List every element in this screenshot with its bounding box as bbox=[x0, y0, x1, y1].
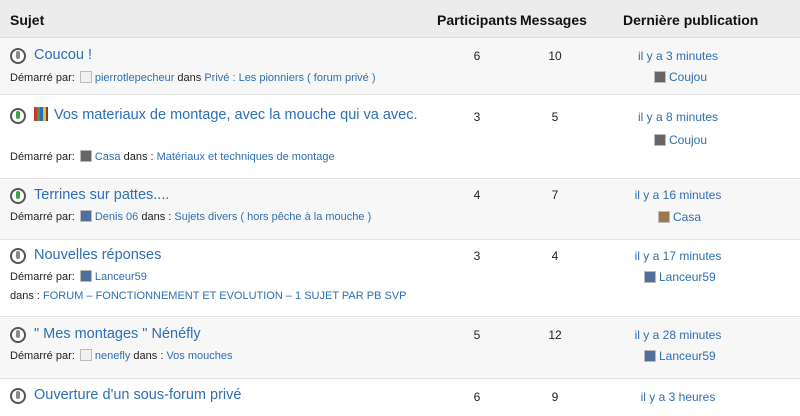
topic-meta: Démarré par: pierrotlepecheur dans Privé… bbox=[10, 71, 376, 84]
topic-status-icon bbox=[10, 248, 26, 264]
in-label: dans : bbox=[123, 151, 154, 163]
last-user-link[interactable]: Casa bbox=[673, 210, 701, 224]
last-user-link[interactable]: Coujou bbox=[669, 70, 707, 84]
last-post-time-link[interactable]: il y a 3 heures bbox=[588, 390, 768, 404]
last-user-link[interactable]: Lanceur59 bbox=[659, 349, 716, 363]
last-user-avatar bbox=[644, 271, 656, 283]
header-participants: Participants bbox=[437, 12, 518, 28]
last-post-time-link[interactable]: il y a 16 minutes bbox=[588, 188, 768, 202]
started-by-label: Démarré par: bbox=[10, 271, 75, 283]
books-icon bbox=[34, 107, 48, 121]
messages-count: 4 bbox=[551, 249, 559, 263]
forum-link[interactable]: Sujets divers ( hors pêche à la mouche ) bbox=[174, 211, 371, 223]
in-label: dans : bbox=[141, 211, 172, 223]
topic-row: Terrines sur pattes.... Démarré par: Den… bbox=[0, 180, 800, 240]
participants-count: 4 bbox=[473, 188, 481, 202]
participants-count: 6 bbox=[473, 390, 481, 404]
topic-row: Nouvelles réponses Démarré par: Lanceur5… bbox=[0, 241, 800, 317]
author-link[interactable]: nenefly bbox=[95, 350, 130, 362]
topic-row: Ouverture d'un sous-forum privé 6 9 il y… bbox=[0, 380, 800, 416]
header-last-post: Dernière publication bbox=[623, 12, 759, 28]
topic-status-icon bbox=[10, 327, 26, 343]
topic-meta: Démarré par: Casa dans : Matériaux et te… bbox=[10, 150, 335, 163]
topic-title-link[interactable]: Coucou ! bbox=[34, 46, 434, 65]
topic-meta: Démarré par: Denis 06 dans : Sujets dive… bbox=[10, 210, 371, 223]
messages-count: 9 bbox=[551, 390, 559, 404]
last-post-user[interactable]: Coujou bbox=[652, 70, 707, 84]
in-label: dans : bbox=[10, 290, 40, 302]
header-subject: Sujet bbox=[10, 12, 45, 28]
forum-link[interactable]: Vos mouches bbox=[166, 350, 232, 362]
in-label: dans bbox=[177, 72, 202, 84]
started-by-label: Démarré par: bbox=[10, 151, 75, 163]
last-post-time-link[interactable]: il y a 17 minutes bbox=[588, 249, 768, 263]
topic-title-link[interactable]: Nouvelles réponses bbox=[34, 246, 434, 265]
forum-link[interactable]: FORUM – FONCTIONNEMENT ET EVOLUTION – 1 … bbox=[43, 290, 406, 302]
topic-row: Vos materiaux de montage, avec la mouche… bbox=[0, 96, 800, 179]
participants-count: 6 bbox=[473, 49, 481, 63]
topic-row: " Mes montages " Nénéfly Démarré par: ne… bbox=[0, 318, 800, 379]
messages-count: 10 bbox=[548, 49, 562, 63]
participants-count: 3 bbox=[473, 249, 481, 263]
forum-link[interactable]: Privé : Les pionniers ( forum privé ) bbox=[204, 72, 375, 84]
topic-status-icon bbox=[10, 108, 26, 124]
topic-status-icon bbox=[10, 48, 26, 64]
last-user-avatar bbox=[654, 134, 666, 146]
table-header: Sujet Participants Messages Dernière pub… bbox=[0, 0, 800, 38]
last-user-link[interactable]: Coujou bbox=[669, 133, 707, 147]
topic-title-link[interactable]: Terrines sur pattes.... bbox=[34, 186, 434, 205]
topic-row: Coucou ! Démarré par: pierrotlepecheur d… bbox=[0, 38, 800, 95]
in-label: dans : bbox=[133, 350, 164, 362]
last-post-time-link[interactable]: il y a 28 minutes bbox=[588, 328, 768, 342]
topic-title-link[interactable]: Ouverture d'un sous-forum privé bbox=[34, 386, 434, 405]
messages-count: 5 bbox=[551, 110, 559, 124]
topic-meta: Démarré par: Lanceur59 bbox=[10, 270, 147, 283]
author-avatar[interactable] bbox=[79, 210, 92, 222]
last-user-link[interactable]: Lanceur59 bbox=[659, 270, 716, 284]
started-by-label: Démarré par: bbox=[10, 211, 75, 223]
last-user-avatar bbox=[644, 350, 656, 362]
author-link[interactable]: Denis 06 bbox=[95, 211, 138, 223]
author-avatar[interactable] bbox=[79, 270, 92, 282]
topic-title-text[interactable]: Vos materiaux de montage, avec la mouche… bbox=[54, 107, 418, 123]
author-link[interactable]: pierrotlepecheur bbox=[95, 72, 175, 84]
topic-meta-forum: dans : FORUM – FONCTIONNEMENT ET EVOLUTI… bbox=[10, 290, 407, 302]
topic-meta: Démarré par: nenefly dans : Vos mouches bbox=[10, 349, 232, 362]
started-by-label: Démarré par: bbox=[10, 350, 75, 362]
topic-title-link[interactable]: " Mes montages " Nénéfly bbox=[34, 325, 434, 344]
last-post-user[interactable]: Lanceur59 bbox=[642, 270, 716, 284]
messages-count: 7 bbox=[551, 188, 559, 202]
messages-count: 12 bbox=[548, 328, 562, 342]
author-avatar[interactable] bbox=[79, 349, 92, 361]
last-post-time-link[interactable]: il y a 3 minutes bbox=[588, 49, 768, 63]
author-link[interactable]: Lanceur59 bbox=[95, 271, 147, 283]
last-user-avatar bbox=[654, 71, 666, 83]
started-by-label: Démarré par: bbox=[10, 72, 75, 84]
topic-title-link[interactable]: Vos materiaux de montage, avec la mouche… bbox=[34, 106, 424, 125]
participants-count: 3 bbox=[473, 110, 481, 124]
last-post-user[interactable]: Coujou bbox=[652, 133, 707, 147]
header-messages: Messages bbox=[520, 12, 587, 28]
last-post-user[interactable]: Casa bbox=[656, 210, 701, 224]
author-avatar[interactable] bbox=[79, 71, 92, 83]
topic-status-icon bbox=[10, 388, 26, 404]
forum-link[interactable]: Matériaux et techniques de montage bbox=[157, 151, 335, 163]
participants-count: 5 bbox=[473, 328, 481, 342]
last-post-user[interactable]: Lanceur59 bbox=[642, 349, 716, 363]
author-link[interactable]: Casa bbox=[95, 151, 121, 163]
topic-status-icon bbox=[10, 188, 26, 204]
author-avatar[interactable] bbox=[79, 150, 92, 162]
last-post-time-link[interactable]: il y a 8 minutes bbox=[588, 110, 768, 124]
last-user-avatar bbox=[658, 211, 670, 223]
